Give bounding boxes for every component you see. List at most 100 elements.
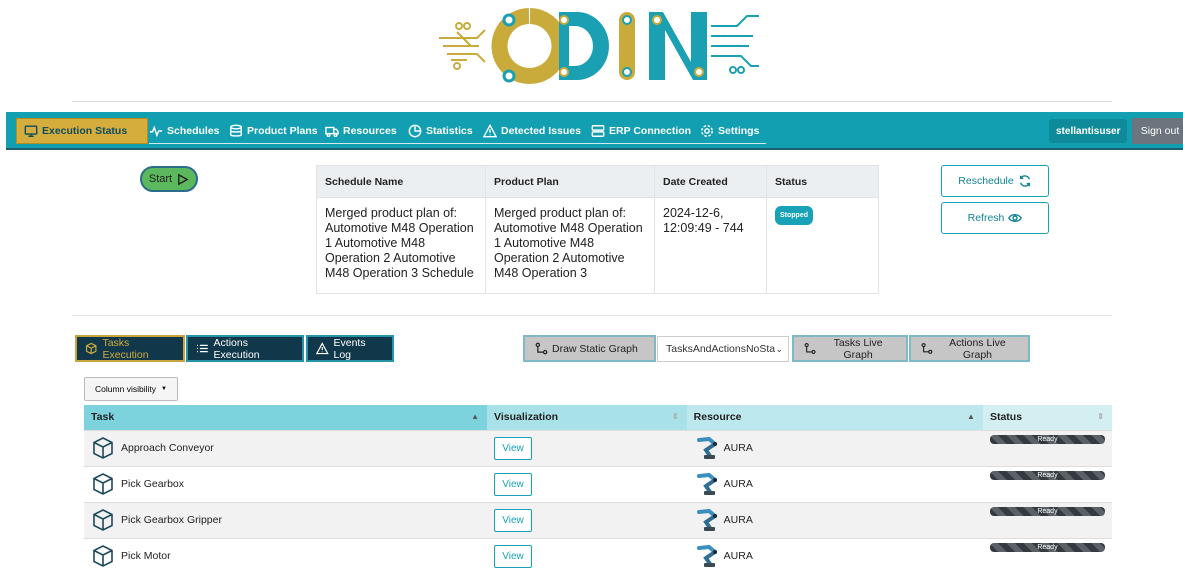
resource-cell: AURA xyxy=(686,429,983,466)
refresh-button[interactable]: Refresh xyxy=(941,202,1049,234)
table-row: Approach Conveyor View AURA Ready xyxy=(84,429,1112,466)
schedule-name-cell: Merged product plan of: Automotive M48 O… xyxy=(316,197,486,294)
nav-label: Statistics xyxy=(426,125,473,137)
nav-detected-issues[interactable]: Detected Issues xyxy=(483,118,581,144)
nav-resources[interactable]: Resources xyxy=(325,118,397,144)
status-cell: Stopped xyxy=(766,197,879,294)
tab-actions-execution[interactable]: Actions Execution xyxy=(186,335,304,362)
tasks-live-graph-button[interactable]: Tasks Live Graph xyxy=(792,335,908,362)
user-name-badge[interactable]: stellantisuser xyxy=(1049,119,1128,143)
nav-statistics[interactable]: Statistics xyxy=(408,118,473,144)
reschedule-label: Reschedule xyxy=(958,175,1014,187)
refresh-icon xyxy=(1019,175,1030,187)
product-plan-cell: Merged product plan of: Automotive M48 O… xyxy=(485,197,655,294)
header-label: Task xyxy=(91,411,115,424)
tab-label: Actions Execution xyxy=(213,336,260,361)
main-navbar: Execution Status Schedules Product Plans… xyxy=(6,112,1183,150)
nav-execution-status[interactable]: Execution Status xyxy=(16,118,149,144)
task-column-header[interactable]: Task ▲ xyxy=(84,405,488,430)
resource-cell: AURA xyxy=(686,465,983,502)
start-button[interactable]: Start xyxy=(140,166,198,192)
page: Execution Status Schedules Product Plans… xyxy=(0,0,1183,580)
table-row: Pick Gearbox Gripper View AURA Ready xyxy=(84,501,1112,538)
task-cell: Pick Gearbox xyxy=(84,465,488,502)
graph-type-value: TasksAndActionsNoSta xyxy=(666,343,776,355)
nav-label: Resources xyxy=(343,125,397,137)
odin-logo xyxy=(439,8,759,84)
sort-asc-icon: ▲ xyxy=(471,412,480,421)
cube-icon xyxy=(93,509,113,531)
visualization-column-header[interactable]: Visualization ⇕ xyxy=(487,405,687,430)
status-progress-bar: Ready xyxy=(989,506,1105,516)
view-button[interactable]: View xyxy=(494,436,533,460)
column-visibility-button[interactable]: Column visibility ▼ xyxy=(84,377,178,401)
status-cell: Ready xyxy=(982,465,1112,502)
tab-tasks-execution[interactable]: Tasks Execution xyxy=(75,335,185,362)
column-visibility-label: Column visibility xyxy=(95,384,156,394)
nav-product-plans[interactable]: Product Plans xyxy=(229,118,318,144)
sort-icon: ⇕ xyxy=(671,412,679,421)
date-created-header: Date Created xyxy=(654,165,767,198)
tab-events-log[interactable]: Events Log xyxy=(306,335,394,362)
header-label: Resource xyxy=(693,411,742,424)
resource-name: AURA xyxy=(723,478,753,490)
task-name: Approach Conveyor xyxy=(121,442,214,454)
nav-label: Detected Issues xyxy=(501,125,581,137)
play-icon xyxy=(178,173,189,185)
nav-label: Settings xyxy=(718,125,760,137)
nav-settings[interactable]: Settings xyxy=(700,118,759,144)
view-button[interactable]: View xyxy=(494,508,533,532)
view-button[interactable]: View xyxy=(494,544,533,568)
start-label: Start xyxy=(148,173,173,185)
actions-live-graph-label: Actions Live Graph xyxy=(949,336,1006,361)
visualization-cell: View xyxy=(487,465,687,502)
date-created-cell: 2024-12-6, 12:09:49 - 744 xyxy=(654,197,767,294)
resource-cell-content: AURA xyxy=(694,435,976,461)
nav-erp-connection[interactable]: ERP Connection xyxy=(591,118,691,144)
resource-cell-content: AURA xyxy=(694,543,976,569)
task-cell-content: Pick Gearbox Gripper xyxy=(91,508,480,532)
header-label: Status xyxy=(989,411,1023,424)
status-header: Status xyxy=(766,165,879,198)
task-cell: Pick Gearbox Gripper xyxy=(84,501,488,538)
status-column-header[interactable]: Status ⇕ xyxy=(982,405,1112,430)
resource-cell: AURA xyxy=(686,501,983,538)
table-row: Pick Gearbox View AURA Ready xyxy=(84,465,1112,502)
task-cell: Pick Motor xyxy=(84,537,488,574)
sort-icon: ⇕ xyxy=(1097,412,1104,421)
product-plan-header: Product Plan xyxy=(485,165,655,198)
graph-icon xyxy=(804,342,816,355)
warning-icon xyxy=(483,124,497,138)
schedule-table: Schedule Name Product Plan Date Created … xyxy=(316,165,879,294)
chevron-down-icon: ⌄ xyxy=(775,344,783,354)
draw-static-graph-button[interactable]: Draw Static Graph xyxy=(523,335,656,362)
tasks-table: Task ▲ Visualization ⇕ Resource ▲ Status ⇕ A… xyxy=(84,405,1112,574)
task-name: Pick Gearbox Gripper xyxy=(121,514,222,526)
nav-schedules[interactable]: Schedules xyxy=(149,118,220,144)
nav-label: ERP Connection xyxy=(609,125,692,137)
pie-chart-icon xyxy=(408,124,422,138)
nav-underline xyxy=(149,143,766,144)
cube-icon xyxy=(85,342,97,355)
visualization-cell: View xyxy=(487,501,687,538)
draw-static-graph-label: Draw Static Graph xyxy=(552,342,638,355)
tab-label: Events Log xyxy=(333,336,366,361)
graph-type-select[interactable]: TasksAndActionsNoSta ⌄ xyxy=(657,336,789,362)
section-divider xyxy=(72,315,1112,316)
table-row: Pick Motor View AURA Ready xyxy=(84,537,1112,574)
resource-column-header[interactable]: Resource ▲ xyxy=(686,405,983,430)
actions-live-graph-button[interactable]: Actions Live Graph xyxy=(909,335,1030,362)
gear-icon xyxy=(701,125,713,137)
reschedule-button[interactable]: Reschedule xyxy=(941,165,1049,197)
robot-arm-icon xyxy=(696,545,717,568)
resource-cell-content: AURA xyxy=(694,471,976,497)
eye-icon xyxy=(1008,214,1023,222)
caret-down-icon: ▼ xyxy=(160,386,167,392)
graph-icon xyxy=(921,343,933,354)
task-name: Pick Gearbox xyxy=(121,478,185,490)
task-name: Pick Motor xyxy=(121,550,171,563)
header-label: Visualization xyxy=(494,411,559,424)
header-divider xyxy=(72,101,1112,102)
view-button[interactable]: View xyxy=(494,472,533,496)
sign-out-button[interactable]: Sign out xyxy=(1132,118,1183,144)
